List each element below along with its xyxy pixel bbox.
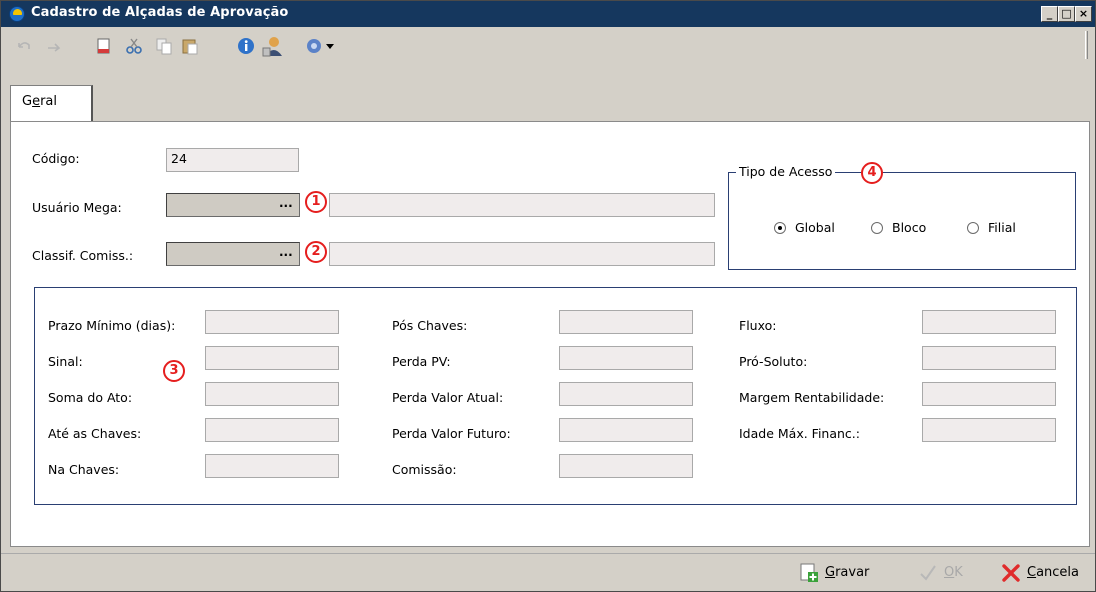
copy-icon[interactable] [155,37,173,55]
codigo-field[interactable]: 24 [166,148,299,172]
annotation-marker-1: 1 [305,191,327,213]
cancela-label: Cancela [1027,565,1080,580]
soma-do-ato-label: Soma do Ato: [48,390,133,405]
prazo-minimo-field[interactable] [205,310,339,334]
classif-comiss-lookup-button[interactable]: ... [279,245,293,259]
redo-icon[interactable] [45,37,63,55]
paste-icon[interactable] [181,37,199,55]
tipo-acesso-legend: Tipo de Acesso [736,164,836,179]
radio-global[interactable] [774,222,786,234]
ate-as-chaves-field[interactable] [205,418,339,442]
perda-pv-field[interactable] [559,346,693,370]
comissao-label: Comissão: [392,462,457,477]
comissao-field[interactable] [559,454,693,478]
prazo-minimo-label: Prazo Mínimo (dias): [48,318,176,333]
perda-valor-atual-label: Perda Valor Atual: [392,390,504,405]
cut-icon[interactable] [125,37,143,55]
codigo-label: Código: [32,151,80,166]
tab-geral[interactable]: Geral [10,85,93,123]
perda-pv-label: Perda PV: [392,354,451,369]
perda-valor-futuro-label: Perda Valor Futuro: [392,426,511,441]
tab-geral-label: Geral [22,94,58,109]
tab-panel-geral: Código: 24 Usuário Mega: ... Classif. Co… [10,121,1090,547]
app-logo-icon [9,6,25,22]
pos-chaves-field[interactable] [559,310,693,334]
pro-soluto-field[interactable] [922,346,1056,370]
radio-filial[interactable] [967,222,979,234]
classif-comiss-description-field [329,242,715,266]
toolbar [1,27,1095,63]
cancel-x-icon [1002,564,1020,582]
pro-soluto-label: Pró-Soluto: [739,354,808,369]
maximize-button[interactable]: □ [1058,6,1075,22]
new-document-icon[interactable] [95,37,113,55]
ok-label: OK [944,565,963,580]
annotation-marker-3: 3 [163,360,185,382]
info-icon[interactable] [237,37,255,55]
margem-rentabilidade-label: Margem Rentabilidade: [739,390,885,405]
sinal-field[interactable] [205,346,339,370]
dropdown-arrow-icon[interactable] [325,37,335,55]
toolbar-grip[interactable] [1085,31,1088,59]
classif-comiss-label: Classif. Comiss.: [32,248,134,263]
usuario-mega-lookup-button[interactable]: ... [279,196,293,210]
fluxo-field[interactable] [922,310,1056,334]
valores-groupbox [34,287,1077,505]
margem-rentabilidade-field[interactable] [922,382,1056,406]
radio-bloco[interactable] [871,222,883,234]
user-icon[interactable] [261,35,283,57]
pos-chaves-label: Pós Chaves: [392,318,468,333]
usuario-mega-label: Usuário Mega: [32,200,122,215]
fluxo-label: Fluxo: [739,318,777,333]
annotation-marker-4: 4 [861,162,883,184]
radio-global-label[interactable]: Global [795,220,835,235]
undo-icon[interactable] [15,37,33,55]
radio-bloco-label[interactable]: Bloco [892,220,926,235]
usuario-mega-description-field [329,193,715,217]
ate-as-chaves-label: Até as Chaves: [48,426,142,441]
help-icon[interactable] [305,37,323,55]
perda-valor-futuro-field[interactable] [559,418,693,442]
radio-filial-label[interactable]: Filial [988,220,1016,235]
tab-strip [1,81,1095,121]
na-chaves-field[interactable] [205,454,339,478]
main-window: Cadastro de Alçadas de Aprovação _ □ × G… [0,0,1096,592]
na-chaves-label: Na Chaves: [48,462,120,477]
window-title: Cadastro de Alçadas de Aprovação [31,5,289,20]
close-button[interactable]: × [1075,6,1092,22]
minimize-button[interactable]: _ [1041,6,1058,22]
title-bar[interactable]: Cadastro de Alçadas de Aprovação _ □ × [1,1,1095,27]
checkmark-icon [920,565,936,581]
perda-valor-atual-field[interactable] [559,382,693,406]
annotation-marker-2: 2 [305,241,327,263]
gravar-label: Gravar [825,565,870,580]
sinal-label: Sinal: [48,354,83,369]
save-icon [800,563,818,582]
idade-max-financ-field[interactable] [922,418,1056,442]
soma-do-ato-field[interactable] [205,382,339,406]
idade-max-financ-label: Idade Máx. Financ.: [739,426,860,441]
